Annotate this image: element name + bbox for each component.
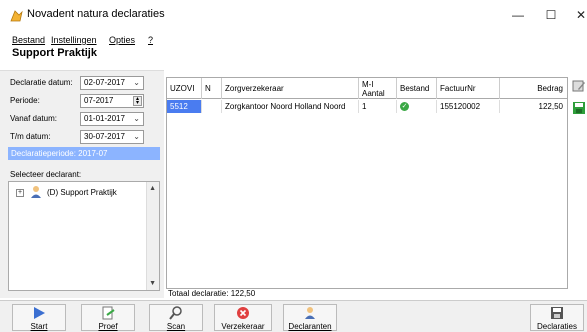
col-bedrag[interactable]: Bedrag	[500, 78, 567, 99]
proef-label: Proef	[98, 322, 118, 331]
search-icon	[169, 306, 182, 320]
periode-label: Periode:	[10, 96, 40, 105]
declaraties-label: Declaraties	[536, 322, 577, 331]
declaratie-datum-field[interactable]: 02-07-2017 ⌄	[80, 76, 144, 90]
vanaf-datum-label: Vanaf datum:	[10, 114, 57, 123]
menu-bar: Bestand Instellingen Opties ?	[0, 29, 587, 45]
cell-factuurnr: 155120002	[437, 100, 500, 113]
declaranten-button[interactable]: Declaranten	[283, 304, 337, 331]
menu-opties[interactable]: Opties	[109, 35, 135, 45]
vanaf-datum-value: 01-01-2017	[84, 114, 125, 123]
col-bestand[interactable]: Bestand	[397, 78, 437, 99]
user-icon	[29, 185, 43, 201]
col-uzovi[interactable]: UZOVI	[167, 78, 202, 99]
start-button[interactable]: Start	[12, 304, 66, 331]
expand-icon[interactable]: +	[16, 189, 24, 197]
tree-item-support-praktijk[interactable]: (D) Support Praktijk	[47, 188, 117, 197]
page-title: Support Praktijk	[12, 47, 97, 59]
col-aantal[interactable]: M-I Aantal	[359, 78, 397, 99]
col-n[interactable]: N	[202, 78, 222, 99]
declaratie-datum-label: Declaratie datum:	[10, 78, 73, 87]
total-declaratie: Totaal declaratie: 122,50	[168, 289, 256, 298]
window-title: Novadent natura declaraties	[27, 8, 165, 20]
close-button[interactable]: ✕	[565, 0, 587, 29]
declaratieperiode-bar: Declaratieperiode: 2017-07	[8, 147, 160, 160]
menu-instellingen[interactable]: Instellingen	[51, 35, 97, 45]
declaranten-label: Declaranten	[288, 322, 332, 331]
filter-panel: Declaratie datum: 02-07-2017 ⌄ Periode: …	[0, 70, 164, 298]
chevron-down-icon[interactable]: ⌄	[133, 113, 140, 125]
document-icon	[102, 306, 115, 320]
app-logo-icon	[9, 9, 23, 23]
chevron-down-icon[interactable]: ⌄	[133, 77, 140, 89]
save-icon[interactable]	[572, 101, 586, 117]
periode-field[interactable]: 07-2017 ▴ ▾	[80, 94, 144, 108]
selecteer-declarant-label: Selecteer declarant:	[10, 170, 82, 179]
maximize-button[interactable]: ☐	[535, 0, 567, 29]
scroll-up-icon[interactable]: ▲	[149, 185, 156, 192]
table-header: UZOVI N Zorgverzekeraar M-I Aantal Besta…	[167, 78, 567, 99]
declaratie-datum-value: 02-07-2017	[84, 78, 125, 87]
cell-n	[202, 100, 222, 113]
proef-button[interactable]: Proef	[81, 304, 135, 331]
tree-scrollbar[interactable]: ▲ ▼	[146, 182, 159, 290]
play-icon	[34, 307, 45, 319]
check-circle-icon: ✓	[400, 102, 409, 112]
cell-aantal: 1	[359, 100, 397, 113]
menu-help[interactable]: ?	[148, 35, 153, 45]
minimize-button[interactable]: —	[502, 0, 534, 29]
edit-icon[interactable]	[572, 79, 586, 95]
tm-datum-field[interactable]: 30-07-2017 ⌄	[80, 130, 144, 144]
scan-label: Scan	[166, 322, 186, 331]
cell-bedrag: 122,50	[538, 102, 563, 111]
verzekeraar-button[interactable]: Verzekeraar	[214, 304, 272, 331]
bottom-toolbar: Start Proef Scan Verzekeraar Declaranten…	[0, 300, 587, 332]
table-row[interactable]: 5512 Zorgkantoor Noord Holland Noord 1 ✓…	[167, 100, 567, 113]
vanaf-datum-field[interactable]: 01-01-2017 ⌄	[80, 112, 144, 126]
declaraties-button[interactable]: Declaraties	[530, 304, 584, 331]
user-icon	[305, 307, 315, 319]
cell-zorgverzekeraar: Zorgkantoor Noord Holland Noord	[222, 100, 359, 113]
verzekeraar-label: Verzekeraar	[221, 322, 265, 331]
cell-bestand: ✓	[397, 100, 437, 113]
periode-value: 07-2017	[84, 96, 114, 105]
declaraties-table[interactable]: UZOVI N Zorgverzekeraar M-I Aantal Besta…	[166, 77, 568, 289]
scroll-down-icon[interactable]: ▼	[149, 280, 156, 287]
spinner-icon[interactable]: ▴ ▾	[133, 96, 142, 106]
chevron-down-icon[interactable]: ⌄	[133, 131, 140, 143]
scan-button[interactable]: Scan	[149, 304, 203, 331]
start-label: Start	[30, 322, 48, 331]
col-zorgverzekeraar[interactable]: Zorgverzekeraar	[222, 78, 359, 99]
error-icon	[237, 307, 249, 319]
tm-datum-label: T/m datum:	[10, 132, 51, 141]
declarant-tree[interactable]: + (D) Support Praktijk ▲ ▼	[8, 181, 160, 291]
cell-uzovi: 5512	[167, 100, 202, 113]
col-factuurnr[interactable]: FactuurNr	[437, 78, 500, 99]
save-disk-icon	[551, 307, 563, 319]
title-bar: Novadent natura declaraties — ☐ ✕	[0, 0, 587, 29]
tm-datum-value: 30-07-2017	[84, 132, 125, 141]
menu-bestand[interactable]: Bestand	[12, 35, 45, 45]
